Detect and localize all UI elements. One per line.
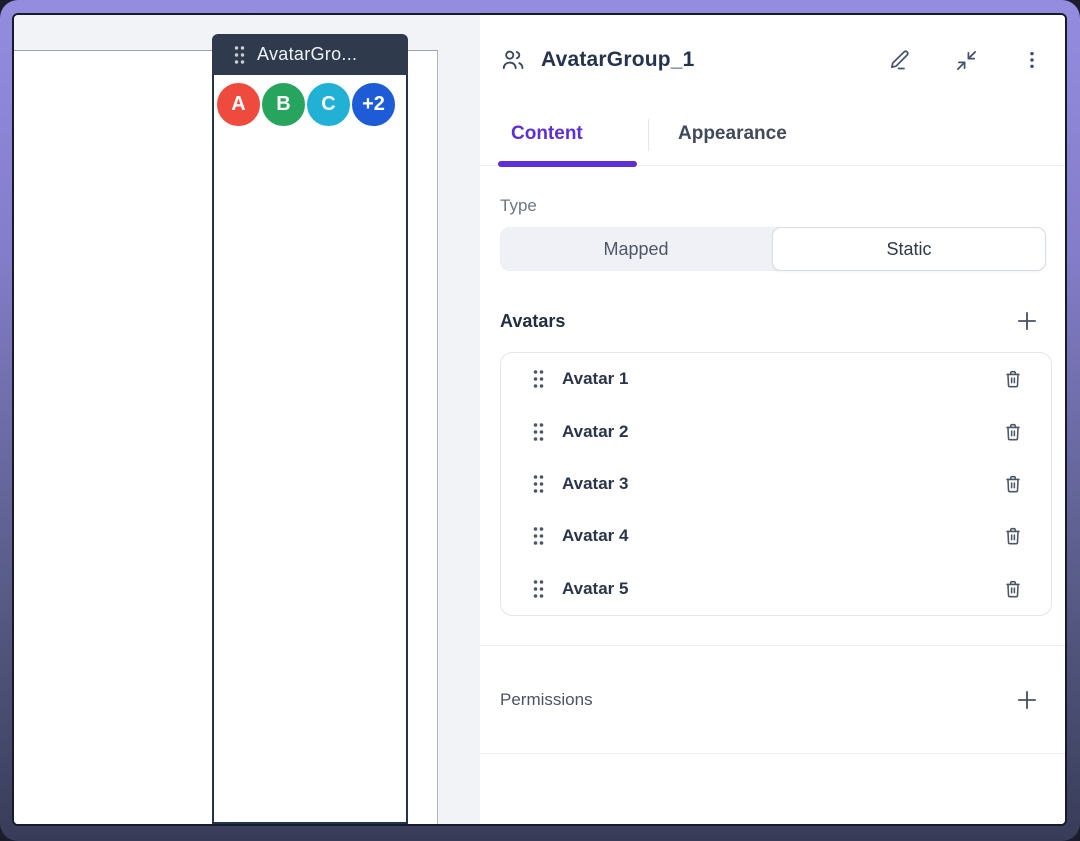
avatar-item-label[interactable]: Avatar 5 (562, 579, 628, 599)
type-option-static[interactable]: Static (772, 227, 1046, 271)
delete-avatar-icon[interactable] (1001, 420, 1025, 444)
app-window: AvatarGro... A B C +2 (12, 13, 1067, 826)
drag-handle-icon[interactable] (531, 472, 546, 496)
drag-handle-icon[interactable] (232, 44, 247, 66)
tab-content[interactable]: Content (511, 123, 583, 145)
avatar-item-label[interactable]: Avatar 1 (562, 369, 628, 389)
property-panel: AvatarGroup_1 (480, 15, 1065, 824)
screenshot-frame: AvatarGro... A B C +2 (0, 0, 1080, 841)
type-label: Type (500, 196, 537, 216)
tab-appearance[interactable]: Appearance (678, 123, 787, 145)
avatar-group: A B C +2 (215, 81, 397, 128)
avatar-list-row[interactable]: Avatar 3 (501, 458, 1051, 510)
add-avatar-button[interactable] (1013, 307, 1041, 335)
delete-avatar-icon[interactable] (1001, 577, 1025, 601)
active-tab-indicator (498, 161, 637, 167)
edit-icon[interactable] (887, 47, 913, 73)
avatars-section-header: Avatars (500, 307, 1041, 335)
delete-avatar-icon[interactable] (1001, 472, 1025, 496)
panel-tabs: Content Appearance (480, 113, 1065, 167)
drag-handle-icon[interactable] (531, 577, 546, 601)
delete-avatar-icon[interactable] (1001, 524, 1025, 548)
avatar-chip[interactable]: A (215, 81, 262, 128)
avatar-list-row[interactable]: Avatar 5 (501, 563, 1051, 615)
permissions-section-title: Permissions (500, 690, 593, 710)
editor-canvas[interactable]: AvatarGro... A B C +2 (14, 15, 466, 824)
avatar-list-row[interactable]: Avatar 1 (501, 353, 1051, 405)
avatar-chip[interactable]: B (260, 81, 307, 128)
drag-handle-icon[interactable] (531, 420, 546, 444)
avatar-list-row[interactable]: Avatar 4 (501, 510, 1051, 562)
type-segmented-control: Mapped Static (500, 227, 1046, 271)
section-divider (480, 645, 1065, 646)
avatar-chip[interactable]: C (305, 81, 352, 128)
section-divider (480, 753, 1065, 754)
add-permission-button[interactable] (1013, 686, 1041, 714)
panel-header: AvatarGroup_1 (500, 41, 1045, 79)
drag-handle-icon[interactable] (531, 367, 546, 391)
avatar-item-label[interactable]: Avatar 2 (562, 422, 628, 442)
avatar-item-label[interactable]: Avatar 3 (562, 474, 628, 494)
kebab-menu-icon[interactable] (1019, 47, 1045, 73)
permissions-section-header: Permissions (500, 685, 1041, 715)
avatar-list-row[interactable]: Avatar 2 (501, 405, 1051, 457)
tab-divider (648, 119, 649, 151)
avatar-overflow-chip[interactable]: +2 (350, 81, 397, 128)
avatar-list: Avatar 1 (500, 352, 1052, 616)
widget-name-label: AvatarGro... (257, 44, 357, 65)
widget-name-badge[interactable]: AvatarGro... (212, 34, 408, 75)
avatars-section-title: Avatars (500, 311, 565, 332)
drag-handle-icon[interactable] (531, 524, 546, 548)
type-option-mapped[interactable]: Mapped (500, 227, 772, 271)
avatar-item-label[interactable]: Avatar 4 (562, 526, 628, 546)
widget-title: AvatarGroup_1 (541, 48, 695, 72)
collapse-icon[interactable] (953, 47, 979, 73)
users-icon (500, 47, 526, 73)
delete-avatar-icon[interactable] (1001, 367, 1025, 391)
avatar-group-widget[interactable]: A B C +2 (212, 73, 408, 824)
